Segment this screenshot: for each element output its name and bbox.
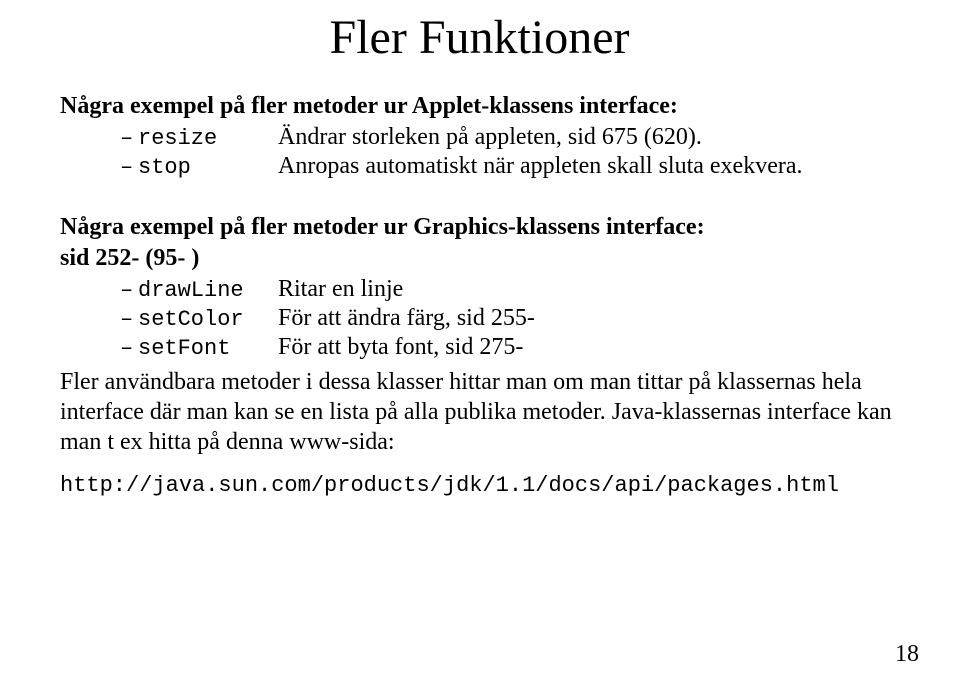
- section2-heading-line1: Några exempel på fler metoder ur Graphic…: [60, 214, 899, 241]
- section2-heading-line2: sid 252- (95- ): [60, 245, 899, 272]
- page-number: 18: [895, 641, 919, 668]
- body-paragraph: Fler användbara metoder i dessa klasser …: [60, 367, 899, 457]
- list-item: – resize Ändrar storleken på appleten, s…: [60, 124, 899, 151]
- page-title: Fler Funktioner: [60, 10, 899, 65]
- list-item: – setFont För att byta font, sid 275-: [60, 334, 899, 361]
- dash-icon: –: [120, 278, 138, 303]
- dash-icon: –: [120, 307, 138, 332]
- list-item: – setColor För att ändra färg, sid 255-: [60, 305, 899, 332]
- code-term: drawLine: [138, 278, 278, 303]
- list-item: – stop Anropas automatiskt när appleten …: [60, 153, 899, 180]
- code-term: resize: [138, 126, 278, 151]
- code-term: stop: [138, 155, 278, 180]
- item-desc: Ändrar storleken på appleten, sid 675 (6…: [278, 124, 899, 151]
- code-term: setColor: [138, 307, 278, 332]
- item-desc: Anropas automatiskt när appleten skall s…: [278, 153, 899, 180]
- item-desc: För att byta font, sid 275-: [278, 334, 899, 361]
- page: Fler Funktioner Några exempel på fler me…: [0, 0, 959, 684]
- list-item: – drawLine Ritar en linje: [60, 276, 899, 303]
- url-text: http://java.sun.com/products/jdk/1.1/doc…: [60, 473, 899, 498]
- dash-icon: –: [120, 336, 138, 361]
- code-term: setFont: [138, 336, 278, 361]
- dash-icon: –: [120, 155, 138, 180]
- section1-heading: Några exempel på fler metoder ur Applet-…: [60, 93, 899, 120]
- dash-icon: –: [120, 126, 138, 151]
- item-desc: Ritar en linje: [278, 276, 899, 303]
- item-desc: För att ändra färg, sid 255-: [278, 305, 899, 332]
